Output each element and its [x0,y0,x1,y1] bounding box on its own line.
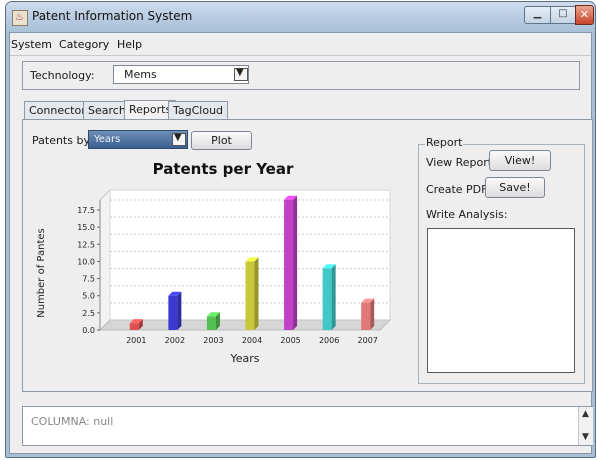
bar-side [370,298,375,330]
y-tick-label: 10.0 [77,257,95,266]
bar-side [177,291,182,330]
maximize-button[interactable]: □ [550,6,576,24]
tab-connector[interactable]: Connector [24,101,91,120]
plot-button[interactable]: Plot [191,131,252,150]
chart-title: Patents per Year [152,160,294,178]
y-tick-label: 2.5 [82,309,95,318]
menu-help[interactable]: Help [117,38,142,51]
maximize-icon: □ [558,8,568,19]
scroll-up-icon[interactable]: ▲ [582,409,589,419]
technology-panel [22,61,580,90]
analysis-textarea[interactable] [427,228,575,373]
bar [245,261,255,330]
y-axis-label: Number of Pantes [36,228,47,318]
bar [361,302,371,330]
y-tick-label: 5.0 [82,292,95,301]
write-analysis-label: Write Analysis: [426,208,508,221]
close-button[interactable]: ✕ [575,5,594,25]
chevron-down-icon[interactable]: ▼ [172,132,186,146]
minimize-icon: ▁ [533,8,542,19]
window-title: Patent Information System [32,9,193,23]
y-tick-label: 15.0 [77,223,95,232]
menu-category[interactable]: Category [59,38,109,51]
console-text: COLUMNA: null [31,415,114,428]
scroll-down-icon[interactable]: ▼ [582,432,589,442]
chart-side-wall [99,188,111,332]
bar [322,268,332,330]
report-legend: Report [425,136,464,149]
chart-floor [98,319,392,331]
chevron-down-icon[interactable]: ▼ [234,67,248,81]
bar-side [254,257,259,330]
y-tick-label: 7.5 [82,275,95,284]
technology-label: Technology: [30,69,95,82]
x-tick-label: 2004 [242,336,262,345]
bar-side [331,264,336,330]
bar-side [293,195,298,330]
x-axis-label: Years [229,352,259,365]
patents-by-value: Years [94,134,121,145]
y-tick-label: 0.0 [82,326,95,335]
x-tick-label: 2002 [165,336,185,345]
bar [206,316,216,330]
x-tick-label: 2005 [280,336,300,345]
x-tick-label: 2007 [358,336,378,345]
tab-tagcloud[interactable]: TagCloud [168,101,229,120]
view-report-label: View Report: [426,156,496,169]
technology-value: Mems [124,68,157,81]
bar [129,323,139,330]
bar [284,199,294,330]
menu-system[interactable]: System [11,38,52,51]
save-button[interactable]: Save! [485,177,545,198]
app-icon: ♨ [12,10,28,26]
x-tick-label: 2006 [319,336,339,345]
x-tick-label: 2001 [126,336,146,345]
view-button[interactable]: View! [489,150,551,171]
y-tick-label: 17.5 [77,206,95,215]
create-pdf-label: Create PDF: [426,183,491,196]
patents-chart: 0.0 2.5 5.0 7.5 10.0 12.5 15.0 17.5 Number of Pa… [36,188,392,365]
y-tick-label: 12.5 [77,240,95,249]
x-tick-label: 2003 [203,336,223,345]
close-icon: ✕ [579,8,590,21]
minimize-button[interactable]: ▁ [524,6,551,24]
bar [168,295,178,330]
